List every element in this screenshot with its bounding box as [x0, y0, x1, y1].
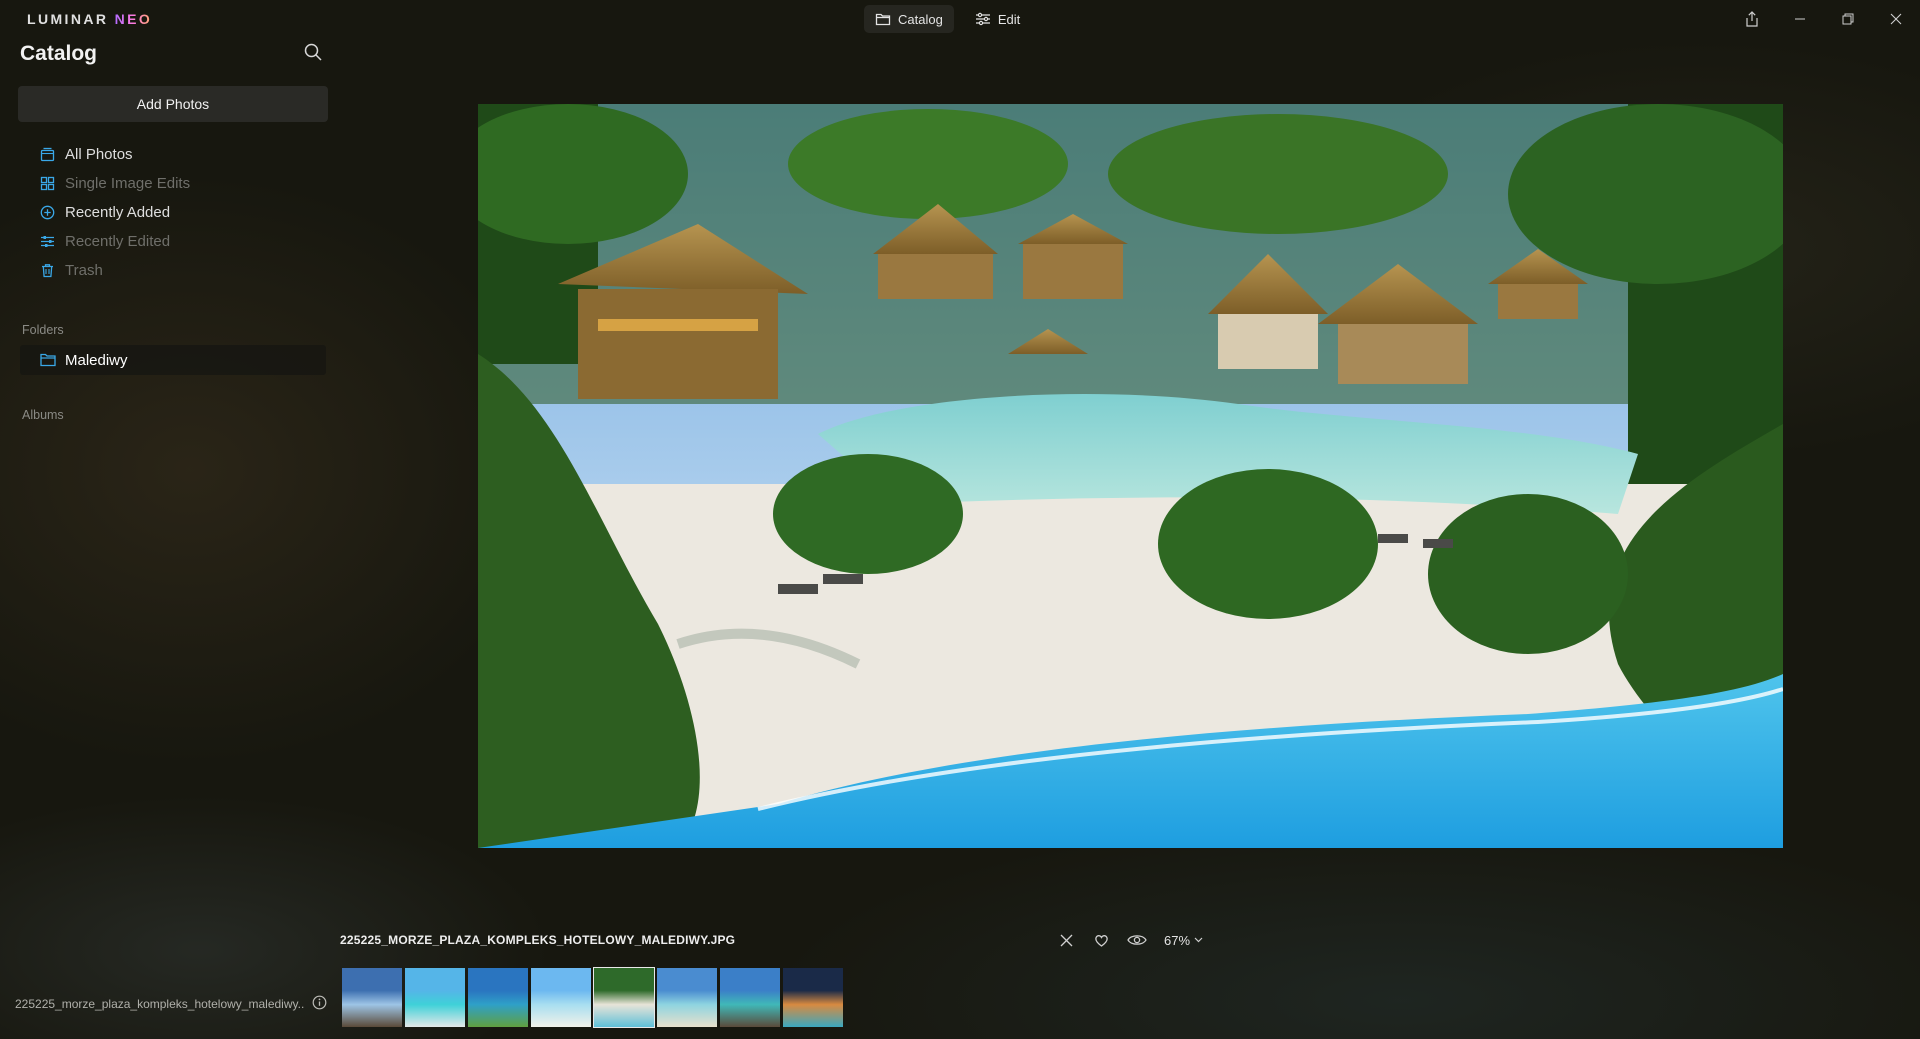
image-actions: 67% — [1049, 930, 1203, 950]
sidebar-item-all-photos[interactable]: All Photos — [40, 140, 190, 169]
add-photos-button[interactable]: Add Photos — [18, 86, 328, 122]
page-title: Catalog — [20, 42, 98, 65]
filmstrip-thumbnail[interactable] — [720, 968, 780, 1027]
folders-section-label: Folders — [22, 323, 64, 337]
filmstrip-thumbnail[interactable] — [342, 968, 402, 1027]
sidebar-item-recently-edited[interactable]: Recently Edited — [40, 227, 190, 256]
selected-file-name: 225225_morze_plaza_kompleks_hotelowy_mal… — [15, 997, 305, 1011]
folder-label: Malediwy — [65, 351, 128, 369]
sidebar-item-single-image-edits[interactable]: Single Image Edits — [40, 169, 190, 198]
image-filename: 225225_MORZE_PLAZA_KOMPLEKS_HOTELOWY_MAL… — [340, 933, 736, 947]
sidebar-nav: All Photos Single Image Edits Recently A… — [40, 140, 190, 285]
restore-button[interactable] — [1824, 0, 1872, 38]
title-bar: LUMINAR NEO Catalog Edit — [0, 0, 1920, 38]
sidebar-item-folder-malediwy[interactable]: Malediwy — [20, 345, 326, 375]
minimize-button[interactable] — [1776, 0, 1824, 38]
folder-icon — [875, 13, 891, 26]
sidebar-item-label: Recently Edited — [65, 233, 171, 250]
zoom-value: 67% — [1164, 932, 1191, 948]
sidebar-item-label: Trash — [65, 262, 103, 279]
chevron-down-icon — [1194, 937, 1203, 943]
albums-section-label: Albums — [22, 408, 64, 422]
filmstrip-thumbnail[interactable] — [593, 967, 655, 1028]
trash-icon — [42, 264, 53, 278]
tab-catalog-label: Catalog — [898, 11, 943, 27]
minimize-icon — [1795, 18, 1805, 20]
sidebar: Catalog Add Photos All Photos Single Ima… — [0, 38, 340, 1039]
app-logo: LUMINAR NEO — [27, 11, 153, 27]
close-icon — [1060, 934, 1073, 946]
sidebar-item-recently-added[interactable]: Recently Added — [40, 198, 190, 227]
filmstrip-thumbnail[interactable] — [468, 968, 528, 1027]
grid-icon — [40, 176, 55, 191]
plus-circle-icon — [40, 205, 55, 220]
sliders-icon — [975, 12, 990, 26]
folder-icon — [40, 353, 56, 367]
tab-edit-label: Edit — [997, 11, 1021, 27]
search-icon[interactable] — [303, 42, 323, 62]
info-icon[interactable] — [312, 995, 327, 1010]
window-controls — [1728, 0, 1920, 38]
tab-catalog[interactable]: Catalog — [864, 5, 954, 33]
sidebar-item-label: Single Image Edits — [65, 175, 191, 192]
filmstrip — [342, 967, 843, 1028]
close-icon — [1890, 13, 1902, 25]
sliders-icon — [41, 236, 54, 247]
favorite-button[interactable] — [1084, 930, 1119, 950]
close-button[interactable] — [1872, 0, 1920, 38]
sidebar-item-label: All Photos — [65, 146, 133, 163]
preview-toggle-button[interactable] — [1119, 930, 1154, 950]
eye-icon — [1126, 935, 1147, 945]
share-button[interactable] — [1728, 0, 1776, 38]
heart-icon — [1095, 934, 1108, 947]
filmstrip-thumbnail[interactable] — [657, 968, 717, 1027]
share-icon — [1746, 11, 1758, 27]
filmstrip-thumbnail[interactable] — [783, 968, 843, 1027]
sidebar-item-label: Recently Added — [65, 204, 171, 221]
photo-preview — [478, 104, 1783, 848]
sidebar-item-trash[interactable]: Trash — [40, 256, 190, 285]
photos-icon — [40, 147, 55, 162]
tab-edit[interactable]: Edit — [964, 5, 1031, 33]
mode-switch: Catalog Edit — [864, 5, 1031, 33]
image-viewer[interactable] — [478, 104, 1783, 848]
filmstrip-thumbnail[interactable] — [531, 968, 591, 1027]
restore-icon — [1842, 13, 1854, 25]
reject-button[interactable] — [1049, 930, 1084, 950]
filmstrip-thumbnail[interactable] — [405, 968, 465, 1027]
zoom-dropdown[interactable]: 67% — [1164, 933, 1203, 948]
